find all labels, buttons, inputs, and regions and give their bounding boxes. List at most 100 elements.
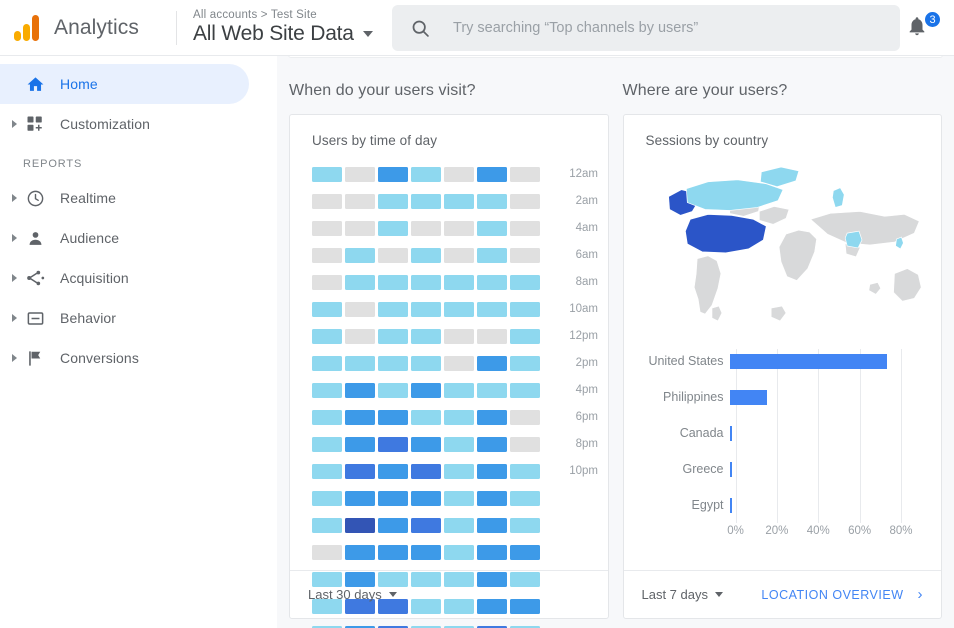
- heatmap-cell[interactable]: [411, 221, 441, 236]
- heatmap-cell[interactable]: [378, 356, 408, 371]
- heatmap-cell[interactable]: [510, 491, 540, 506]
- heatmap-cell[interactable]: [411, 383, 441, 398]
- heatmap-cell[interactable]: [345, 356, 375, 371]
- heatmap-cell[interactable]: [411, 464, 441, 479]
- heatmap-cell[interactable]: [477, 464, 507, 479]
- heatmap-cell[interactable]: [477, 356, 507, 371]
- sidebar-item-behavior[interactable]: Behavior: [0, 298, 277, 338]
- heatmap-cell[interactable]: [444, 275, 474, 290]
- heatmap-cell[interactable]: [378, 194, 408, 209]
- bar-row[interactable]: Greece: [624, 451, 942, 487]
- heatmap-cell[interactable]: [345, 221, 375, 236]
- heatmap-cell[interactable]: [378, 329, 408, 344]
- expand-arrow-icon[interactable]: [12, 120, 17, 128]
- account-selector[interactable]: All accounts > Test Site All Web Site Da…: [193, 9, 373, 46]
- heatmap-cell[interactable]: [411, 518, 441, 533]
- world-map-chart[interactable]: [638, 159, 934, 324]
- location-overview-link[interactable]: LOCATION OVERVIEW ›: [761, 586, 923, 603]
- heatmap-cell[interactable]: [312, 410, 342, 425]
- bar-row[interactable]: Canada: [624, 415, 942, 451]
- heatmap-cell[interactable]: [312, 518, 342, 533]
- heatmap-cell[interactable]: [345, 437, 375, 452]
- heatmap-cell[interactable]: [477, 248, 507, 263]
- heatmap-cell[interactable]: [378, 221, 408, 236]
- bar-row[interactable]: Egypt: [624, 487, 942, 523]
- heatmap-cell[interactable]: [477, 545, 507, 560]
- heatmap-cell[interactable]: [510, 383, 540, 398]
- heatmap-cell[interactable]: [444, 194, 474, 209]
- heatmap-cell[interactable]: [345, 275, 375, 290]
- heatmap-cell[interactable]: [411, 275, 441, 290]
- heatmap-cell[interactable]: [510, 221, 540, 236]
- heatmap-cell[interactable]: [378, 275, 408, 290]
- heatmap-cell[interactable]: [477, 275, 507, 290]
- heatmap-cell[interactable]: [411, 329, 441, 344]
- heatmap-cell[interactable]: [510, 275, 540, 290]
- search-box[interactable]: [392, 5, 900, 51]
- heatmap-cell[interactable]: [378, 410, 408, 425]
- heatmap-cell[interactable]: [411, 437, 441, 452]
- heatmap-cell[interactable]: [510, 545, 540, 560]
- heatmap-cell[interactable]: [345, 410, 375, 425]
- expand-arrow-icon[interactable]: [12, 314, 17, 322]
- brand[interactable]: Analytics: [0, 13, 170, 43]
- heatmap-cell[interactable]: [312, 221, 342, 236]
- expand-arrow-icon[interactable]: [12, 234, 17, 242]
- heatmap-cell[interactable]: [312, 545, 342, 560]
- heatmap-cell[interactable]: [510, 518, 540, 533]
- heatmap-cell[interactable]: [444, 464, 474, 479]
- heatmap-cell[interactable]: [510, 329, 540, 344]
- heatmap-cell[interactable]: [444, 410, 474, 425]
- heatmap-cell[interactable]: [510, 437, 540, 452]
- heatmap-cell[interactable]: [312, 356, 342, 371]
- heatmap-cell[interactable]: [510, 248, 540, 263]
- heatmap-cell[interactable]: [411, 248, 441, 263]
- heatmap-cell[interactable]: [411, 410, 441, 425]
- heatmap-cell[interactable]: [378, 491, 408, 506]
- bar-row[interactable]: United States: [624, 343, 942, 379]
- heatmap-cell[interactable]: [312, 437, 342, 452]
- heatmap-cell[interactable]: [345, 383, 375, 398]
- heatmap-cell[interactable]: [345, 518, 375, 533]
- heatmap-cell[interactable]: [378, 383, 408, 398]
- heatmap-cell[interactable]: [411, 302, 441, 317]
- heatmap-cell[interactable]: [444, 248, 474, 263]
- heatmap-cell[interactable]: [477, 194, 507, 209]
- heatmap-cell[interactable]: [312, 302, 342, 317]
- heatmap-cell[interactable]: [411, 356, 441, 371]
- heatmap-cell[interactable]: [477, 518, 507, 533]
- heatmap-cell[interactable]: [510, 464, 540, 479]
- heatmap-cell[interactable]: [378, 248, 408, 263]
- heatmap-cell[interactable]: [312, 248, 342, 263]
- bar-row[interactable]: Philippines: [624, 379, 942, 415]
- heatmap-cell[interactable]: [510, 194, 540, 209]
- heatmap-cell[interactable]: [312, 167, 342, 182]
- heatmap-cell[interactable]: [510, 302, 540, 317]
- heatmap-cell[interactable]: [378, 464, 408, 479]
- expand-arrow-icon[interactable]: [12, 354, 17, 362]
- heatmap-cell[interactable]: [312, 491, 342, 506]
- heatmap-cell[interactable]: [411, 491, 441, 506]
- heatmap-cell[interactable]: [477, 329, 507, 344]
- heatmap-cell[interactable]: [312, 275, 342, 290]
- search-input[interactable]: [453, 20, 883, 36]
- heatmap-cell[interactable]: [444, 545, 474, 560]
- heatmap-cell[interactable]: [411, 167, 441, 182]
- heatmap-cell[interactable]: [345, 302, 375, 317]
- heatmap-cell[interactable]: [444, 221, 474, 236]
- heatmap-cell[interactable]: [444, 329, 474, 344]
- heatmap-cell[interactable]: [345, 464, 375, 479]
- heatmap-cell[interactable]: [411, 545, 441, 560]
- heatmap-cell[interactable]: [477, 302, 507, 317]
- heatmap-cell[interactable]: [345, 167, 375, 182]
- heatmap-cell[interactable]: [510, 410, 540, 425]
- date-range-selector[interactable]: Last 7 days: [642, 587, 723, 602]
- sidebar-item-home[interactable]: Home: [0, 64, 249, 104]
- sidebar-item-conversions[interactable]: Conversions: [0, 338, 277, 378]
- heatmap-cell[interactable]: [477, 491, 507, 506]
- heatmap-cell[interactable]: [378, 167, 408, 182]
- notifications-button[interactable]: 3: [906, 10, 942, 44]
- sidebar-item-customization[interactable]: Customization: [0, 104, 277, 144]
- sidebar-item-acquisition[interactable]: Acquisition: [0, 258, 277, 298]
- heatmap-cell[interactable]: [477, 437, 507, 452]
